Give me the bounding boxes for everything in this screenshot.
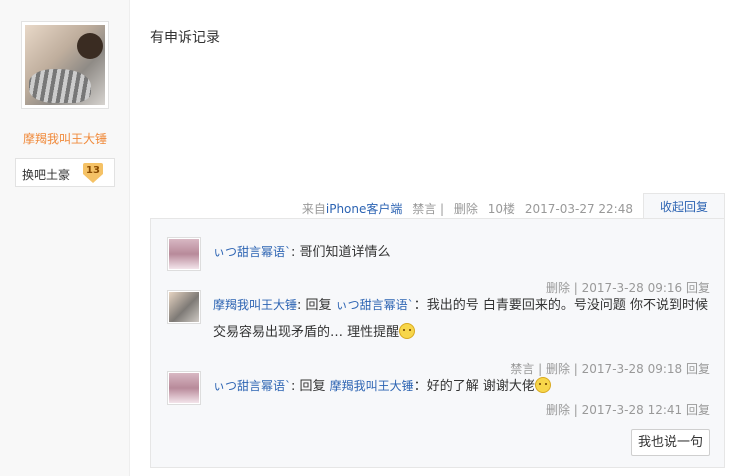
reply-text-line: ぃつ甜言幂语`: 回复 摩羯我叫王大锤：好的了解 谢谢大佬 xyxy=(213,373,713,400)
post-meta: 来自iPhone客户端 禁言 | 删除 10楼 2017-03-27 22:48 xyxy=(301,202,633,216)
reply-username[interactable]: ぃつ甜言幂语` xyxy=(213,245,291,259)
badge-level-number: 13 xyxy=(86,165,100,176)
reply-content: : 哥们知道详情么 xyxy=(291,245,391,260)
pleading-emoji-icon xyxy=(534,377,551,393)
post-tail: 来自iPhone客户端 禁言 | 删除 10楼 2017-03-27 22:48… xyxy=(150,193,725,219)
author-column: 摩羯我叫王大锤 换吧土豪 13 xyxy=(0,0,130,476)
reply-text-line: 摩羯我叫王大锤: 回复 ぃつ甜言幂语`：我出的号 白青要回来的。号没问题 你不说… xyxy=(213,292,713,346)
say-something-button[interactable]: 我也说一句 xyxy=(631,429,710,456)
post-content: 有申诉记录 xyxy=(150,30,220,46)
author-name[interactable]: 摩羯我叫王大锤 xyxy=(0,130,130,147)
reply-actions[interactable]: 删除 | xyxy=(546,403,578,417)
reply-username[interactable]: ぃつ甜言幂语` xyxy=(213,379,291,393)
reply-button[interactable]: 回复 xyxy=(686,403,710,417)
list-item: ぃつ甜言幂语`: 哥们知道详情么 删除 | 2017-3-28 09:16 回复 xyxy=(167,237,710,297)
smile-emoji-icon xyxy=(399,323,416,339)
reply-time: 2017-3-28 12:41 xyxy=(581,403,683,417)
level-icon: 13 xyxy=(83,163,103,183)
list-item: 摩羯我叫王大锤: 回复 ぃつ甜言幂语`：我出的号 白青要回来的。号没问题 你不说… xyxy=(167,290,713,376)
source-client-link[interactable]: iPhone客户端 xyxy=(326,202,403,216)
list-item: ぃつ甜言幂语`: 回复 摩羯我叫王大锤：好的了解 谢谢大佬 删除 | 2017-… xyxy=(167,371,710,431)
reply-meta: 删除 | 2017-3-28 12:41 回复 xyxy=(546,401,710,418)
source-prefix: 来自 xyxy=(301,202,326,216)
reply-to-username[interactable]: ぃつ甜言幂语` xyxy=(336,298,414,312)
collapse-replies-button[interactable]: 收起回复 xyxy=(643,193,725,219)
avatar-image xyxy=(25,25,105,105)
reply-prefix: : 回复 xyxy=(297,298,332,313)
reply-list: ぃつ甜言幂语`: 哥们知道详情么 删除 | 2017-3-28 09:16 回复… xyxy=(150,218,725,468)
floor-number: 10楼 xyxy=(487,202,516,216)
reply-content: ：好的了解 谢谢大佬 xyxy=(413,379,535,394)
post-time: 2017-03-27 22:48 xyxy=(524,202,633,216)
ban-link[interactable]: 禁言 xyxy=(412,202,436,216)
delete-link[interactable]: 删除 xyxy=(454,202,478,216)
reply-avatar[interactable] xyxy=(167,237,201,271)
author-avatar[interactable] xyxy=(21,21,109,109)
reply-text-line: ぃつ甜言幂语`: 哥们知道详情么 xyxy=(213,239,713,266)
reply-avatar[interactable] xyxy=(167,290,201,324)
member-badge[interactable]: 换吧土豪 13 xyxy=(15,158,115,187)
reply-to-username[interactable]: 摩羯我叫王大锤 xyxy=(330,379,414,393)
reply-username[interactable]: 摩羯我叫王大锤 xyxy=(213,298,297,312)
badge-label: 换吧土豪 xyxy=(22,168,71,182)
reply-avatar[interactable] xyxy=(167,371,201,405)
reply-prefix: : 回复 xyxy=(291,379,326,394)
